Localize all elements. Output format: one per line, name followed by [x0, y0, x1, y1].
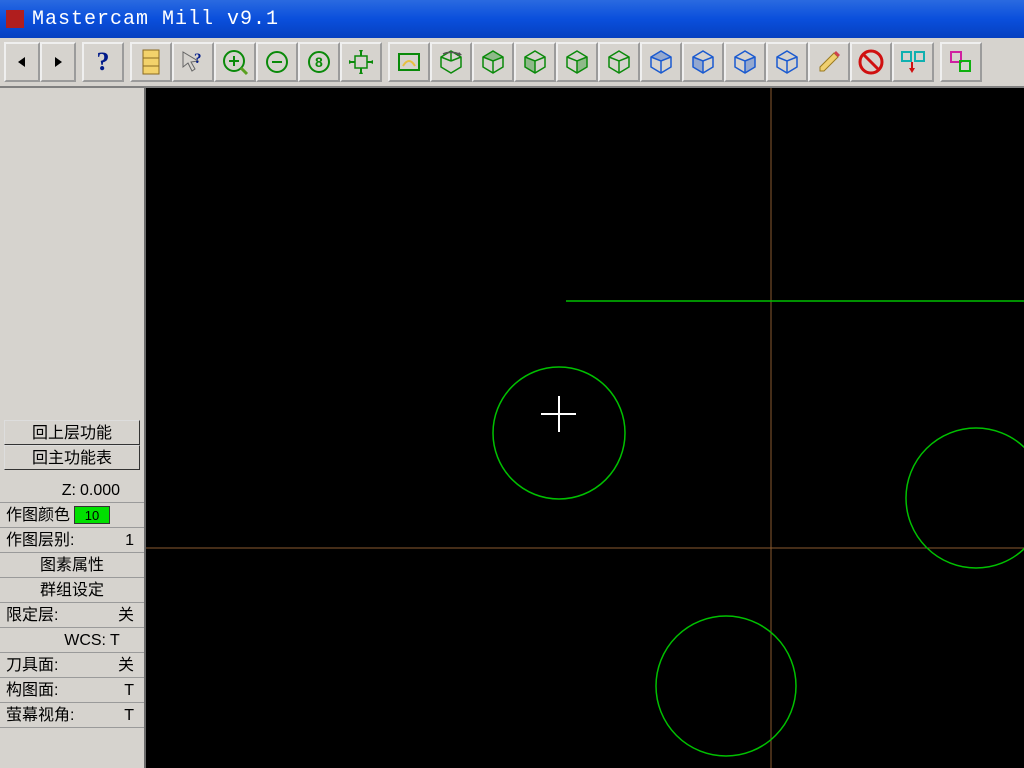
group-set-row[interactable]: 群组设定 [0, 578, 144, 603]
z-depth-row[interactable]: Z: 0.000 [0, 478, 144, 503]
boxes-icon [899, 48, 927, 76]
wcs-label: WCS: [4, 628, 110, 653]
view-iso-button[interactable] [598, 42, 640, 82]
gview-label: 萤幕视角: [4, 703, 78, 728]
draw-level-row[interactable]: 作图层别: 1 [0, 528, 144, 553]
gview-value: T [78, 703, 140, 728]
view-top-button[interactable] [472, 42, 514, 82]
color-swatch: 10 [74, 506, 110, 524]
svg-text:8: 8 [315, 54, 323, 70]
svg-text:?: ? [194, 51, 202, 67]
side-panel: 回上层功能 回主功能表 Z: 0.000 作图颜色 10 作图层别: 1 图素属… [0, 88, 146, 768]
undelete-button[interactable] [892, 42, 934, 82]
delete-button[interactable] [850, 42, 892, 82]
view-side-button[interactable] [556, 42, 598, 82]
nav-back-button[interactable] [4, 42, 40, 82]
zoom-scale-icon: 8 [304, 47, 334, 77]
cplane-top-button[interactable] [640, 42, 682, 82]
zoom-out-icon [262, 47, 292, 77]
wcs-value: T [110, 628, 140, 653]
zoom-window-button[interactable] [214, 42, 256, 82]
cplane-iso-button[interactable] [766, 42, 808, 82]
no-entry-icon [857, 48, 885, 76]
repaint-button[interactable] [388, 42, 430, 82]
cube-side-icon [563, 48, 591, 76]
zoom-8-button[interactable]: 8 [298, 42, 340, 82]
tool-plane-label: 刀具面: [4, 653, 62, 678]
z-label: Z: [4, 478, 80, 503]
app-title: Mastercam Mill v9.1 [32, 8, 279, 31]
work-area: 回上层功能 回主功能表 Z: 0.000 作图颜色 10 作图层别: 1 图素属… [0, 88, 1024, 768]
rotate-icon [437, 48, 465, 76]
repaint-icon [395, 48, 423, 76]
cursor-help-icon: ? [180, 49, 206, 75]
clipboard-button[interactable] [940, 42, 982, 82]
view-front-button[interactable] [514, 42, 556, 82]
cplane-row[interactable]: 构图面: T [0, 678, 144, 703]
limit-layer-label: 限定层: [4, 603, 62, 628]
wcs-row[interactable]: WCS: T [0, 628, 144, 653]
cplane-label: 构图面: [4, 678, 62, 703]
gview-row[interactable]: 萤幕视角: T [0, 703, 144, 728]
main-menu-button[interactable]: 回主功能表 [4, 445, 140, 470]
cplane-side-button[interactable] [724, 42, 766, 82]
tool-plane-row[interactable]: 刀具面: 关 [0, 653, 144, 678]
color-label: 作图颜色 [4, 503, 74, 528]
cube-front-icon [521, 48, 549, 76]
group-set-label: 群组设定 [40, 578, 104, 603]
drawing-canvas[interactable] [146, 88, 1024, 768]
nav-forward-button[interactable] [40, 42, 76, 82]
cube-blue-side-icon [731, 48, 759, 76]
fit-button[interactable] [340, 42, 382, 82]
zoom-out-button[interactable] [256, 42, 298, 82]
z-value: 0.000 [80, 478, 140, 503]
cube-top-icon [479, 48, 507, 76]
back-menu-button[interactable]: 回上层功能 [4, 420, 140, 445]
fit-icon [347, 48, 375, 76]
attributes-row[interactable]: 图素属性 [0, 553, 144, 578]
tool-plane-value: 关 [62, 653, 140, 678]
zoom-in-icon [220, 47, 250, 77]
geometry-view [146, 88, 1024, 768]
app-icon [6, 10, 24, 28]
title-bar: Mastercam Mill v9.1 [0, 0, 1024, 38]
file-button[interactable] [130, 42, 172, 82]
limit-layer-row[interactable]: 限定层: 关 [0, 603, 144, 628]
dyn-rotate-button[interactable] [430, 42, 472, 82]
level-label: 作图层别: [4, 528, 78, 553]
pick-help-button[interactable]: ? [172, 42, 214, 82]
attributes-label: 图素属性 [40, 553, 104, 578]
limit-layer-value: 关 [62, 603, 140, 628]
main-toolbar: ? ? 8 [0, 38, 1024, 88]
cplane-front-button[interactable] [682, 42, 724, 82]
file-icon [139, 48, 163, 76]
cube-blue-front-icon [689, 48, 717, 76]
clipboard-icon [948, 49, 974, 75]
cube-blue-iso-icon [773, 48, 801, 76]
cplane-value: T [62, 678, 140, 703]
level-value: 1 [78, 528, 140, 553]
cube-iso-icon [605, 48, 633, 76]
cube-blue-top-icon [647, 48, 675, 76]
pencil-icon [816, 49, 842, 75]
draw-color-row[interactable]: 作图颜色 10 [0, 503, 144, 528]
draw-button[interactable] [808, 42, 850, 82]
help-button[interactable]: ? [82, 42, 124, 82]
